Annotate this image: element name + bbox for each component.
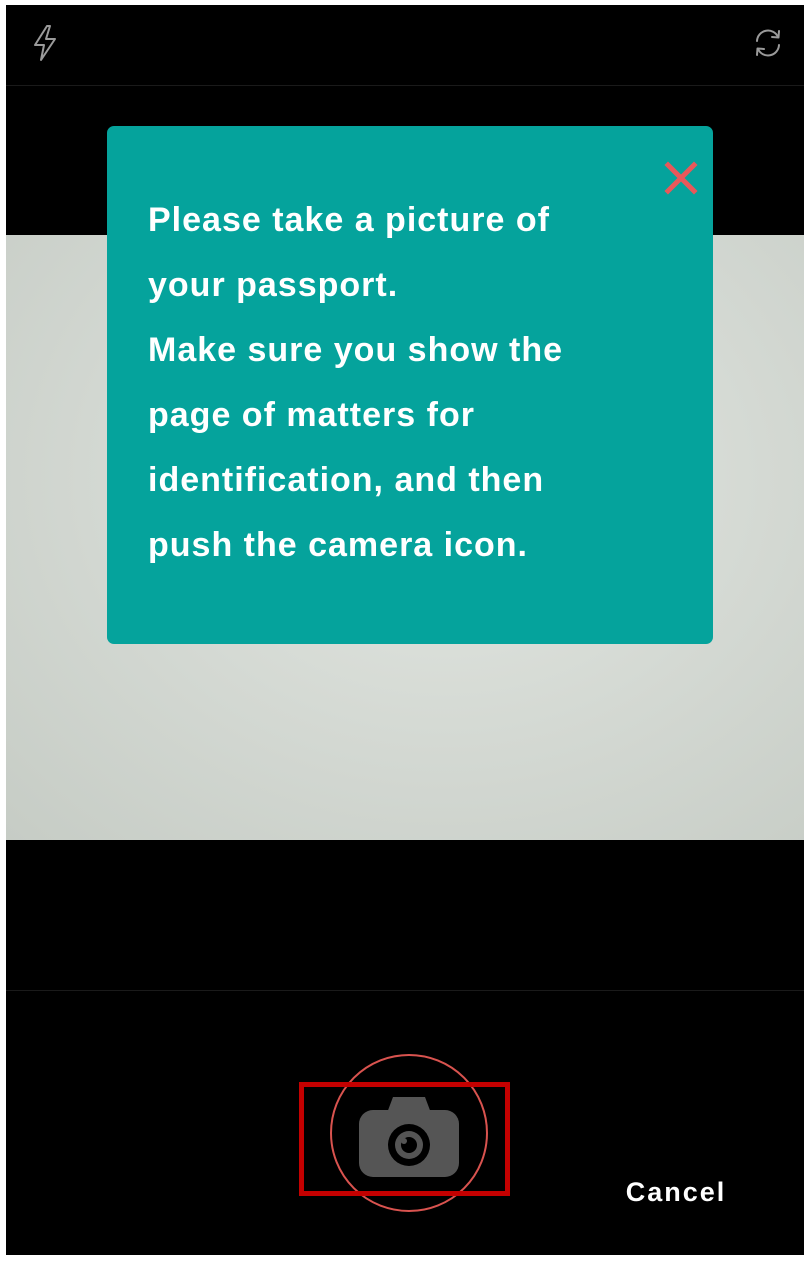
camera-bottom-bar: Cancel bbox=[6, 990, 804, 1255]
instruction-line: Make sure you show the bbox=[148, 331, 563, 369]
instruction-line: push the camera icon. bbox=[148, 526, 528, 564]
switch-camera-icon bbox=[756, 29, 780, 57]
flash-toggle-button[interactable] bbox=[28, 23, 62, 63]
instruction-line: your passport. bbox=[148, 266, 399, 304]
instruction-text: Please take a picture of your passport. … bbox=[148, 188, 688, 578]
camera-top-bar bbox=[6, 5, 804, 86]
flash-icon bbox=[34, 25, 56, 61]
instruction-dialog: Please take a picture of your passport. … bbox=[107, 126, 713, 644]
cancel-button[interactable]: Cancel bbox=[606, 1175, 746, 1209]
camera-screen: Please take a picture of your passport. … bbox=[6, 5, 804, 1255]
instruction-line: Please take a picture of bbox=[148, 201, 550, 239]
instruction-line: page of matters for bbox=[148, 396, 475, 434]
shutter-highlight-box bbox=[299, 1082, 510, 1196]
instruction-line: identification, and then bbox=[148, 461, 545, 499]
switch-camera-button[interactable] bbox=[750, 25, 786, 61]
